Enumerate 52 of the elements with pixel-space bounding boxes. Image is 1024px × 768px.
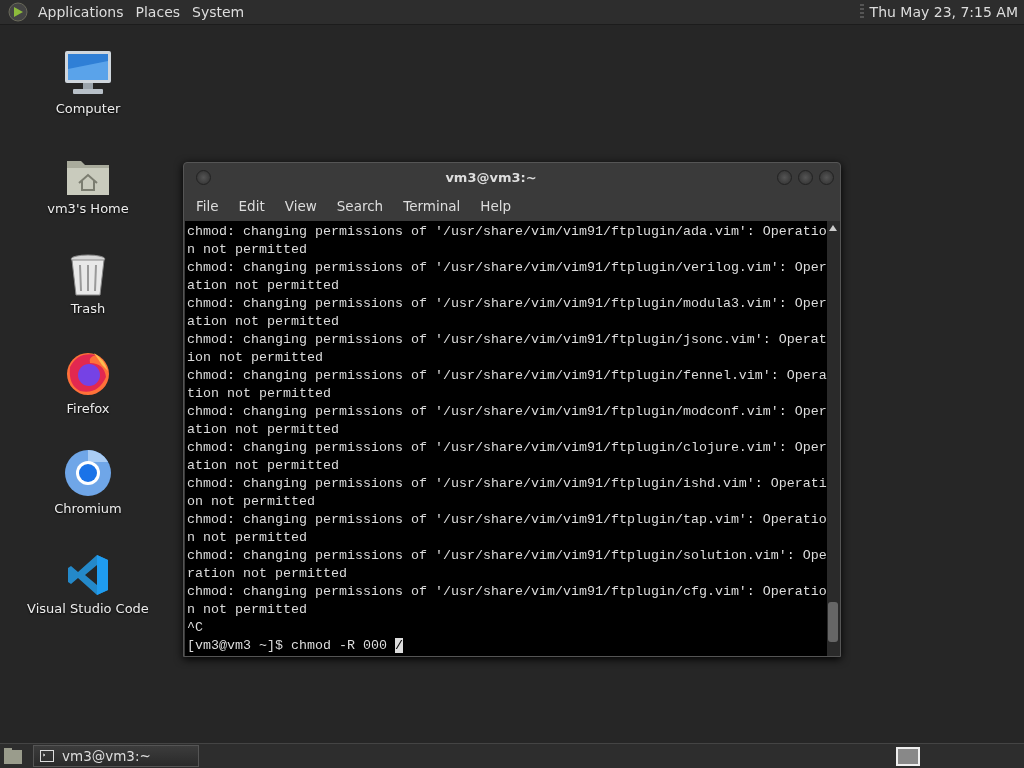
menu-item[interactable]: Edit — [228, 198, 275, 214]
terminal-line: on not permitted — [187, 494, 315, 509]
terminal-line: ion not permitted — [187, 350, 323, 365]
terminal-line: chmod: changing permissions of '/usr/share/vim/vim91/ftplugin/cfg.vim': Operatio — [187, 584, 827, 599]
icon-label[interactable]: vm3's Home — [47, 201, 129, 216]
trash-icon[interactable] — [68, 253, 108, 297]
terminal-line: tion not permitted — [187, 386, 331, 401]
panel-menu[interactable]: Applications — [32, 4, 130, 20]
terminal-line: chmod: changing permissions of '/usr/share/vim/vim91/ftplugin/solution.vim': Ope — [187, 548, 827, 563]
scrollbar-thumb[interactable] — [828, 602, 839, 642]
terminal-line: chmod: changing permissions of '/usr/share/vim/vim91/ftplugin/tap.vim': Operatio — [187, 512, 827, 527]
terminal-line: chmod: changing permissions of '/usr/share/vim/vim91/ftplugin/fennel.vim': Opera — [187, 368, 827, 383]
terminal-line: n not permitted — [187, 242, 307, 257]
terminal-line: chmod: changing permissions of '/usr/share/vim/vim91/ftplugin/modconf.vim': Oper — [187, 404, 827, 419]
terminal-line: n not permitted — [187, 530, 307, 545]
icon-label[interactable]: Trash — [70, 301, 106, 316]
terminal-line: ^C — [187, 620, 203, 635]
chromium-icon[interactable] — [64, 449, 112, 497]
menu-item[interactable]: File — [186, 198, 229, 214]
terminal-line: ation not permitted — [187, 458, 339, 473]
vscode-icon[interactable] — [66, 553, 110, 597]
terminal-line: chmod: changing permissions of '/usr/share/vim/vim91/ftplugin/verilog.vim': Oper — [187, 260, 827, 275]
icon-label[interactable]: Firefox — [66, 401, 110, 416]
clock[interactable]: Thu May 23, 7:15 AM — [869, 4, 1024, 20]
terminal-line: chmod: changing permissions of '/usr/share/vim/vim91/ftplugin/ishd.vim': Operati — [187, 476, 827, 491]
taskbar-button[interactable]: vm3@vm3:~ — [33, 745, 199, 767]
workspace-switcher[interactable] — [896, 746, 920, 766]
terminal-icon — [40, 750, 54, 762]
menu-item[interactable]: View — [274, 198, 327, 214]
command-prompt: [vm3@vm3 ~]$ chmod -R 000 / — [187, 638, 403, 653]
terminal-line: ation not permitted — [187, 314, 339, 329]
icon-label[interactable]: Visual Studio Code — [27, 601, 149, 616]
scroll-up-icon[interactable] — [829, 225, 838, 231]
icon-label[interactable]: Chromium — [54, 501, 122, 516]
terminal-line: chmod: changing permissions of '/usr/share/vim/vim91/ftplugin/ada.vim': Operatio — [187, 224, 827, 239]
scrollbar[interactable] — [826, 221, 840, 656]
menu-item[interactable]: Terminal — [393, 198, 471, 214]
computer-icon[interactable] — [63, 49, 113, 97]
menu-item[interactable]: Search — [326, 198, 394, 214]
terminal-line: chmod: changing permissions of '/usr/share/vim/vim91/ftplugin/jsonc.vim': Operat — [187, 332, 827, 347]
app-menu-icon[interactable] — [8, 2, 28, 22]
icon-label[interactable]: Computer — [55, 101, 121, 116]
panel-menu[interactable]: Places — [129, 4, 187, 20]
window-title: vm3@vm3:~ — [444, 169, 538, 185]
panel-menu[interactable]: System — [186, 4, 251, 20]
terminal-line: chmod: changing permissions of '/usr/share/vim/vim91/ftplugin/modula3.vim': Oper — [187, 296, 827, 311]
terminal-line: ation not permitted — [187, 422, 339, 437]
terminal-line: n not permitted — [187, 602, 307, 617]
terminal-line: chmod: changing permissions of '/usr/share/vim/vim91/ftplugin/clojure.vim': Oper — [187, 440, 827, 455]
terminal-line: ration not permitted — [187, 566, 347, 581]
terminal-line: ation not permitted — [187, 278, 339, 293]
menu-item[interactable]: Help — [470, 198, 522, 214]
